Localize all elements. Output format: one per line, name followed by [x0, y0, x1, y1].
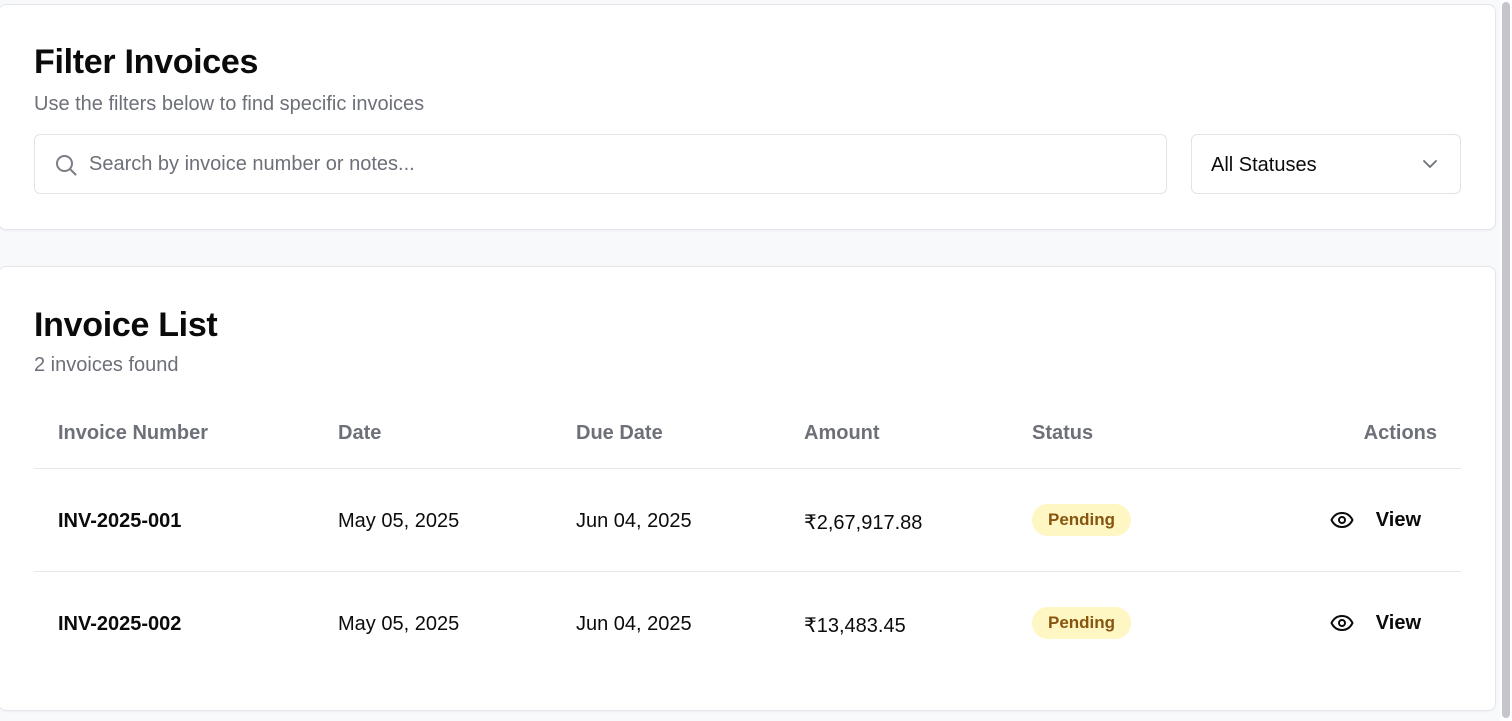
- view-label: View: [1375, 508, 1421, 531]
- filter-card: Filter Invoices Use the filters below to…: [0, 4, 1496, 230]
- column-header-date: Date: [338, 422, 382, 444]
- view-label: View: [1375, 611, 1421, 634]
- invoice-amount: ₹13,483.45: [804, 615, 906, 637]
- invoice-list-card: Invoice List 2 invoices found Invoice Nu…: [0, 266, 1496, 711]
- filter-subtitle: Use the filters below to find specific i…: [34, 93, 425, 115]
- invoice-due-date: Jun 04, 2025: [576, 613, 692, 635]
- invoice-table: Invoice Number Date Due Date Amount Stat…: [34, 394, 1461, 675]
- status-filter-value: All Statuses: [1211, 154, 1317, 176]
- invoice-due-date: Jun 04, 2025: [576, 510, 692, 532]
- status-badge: Pending: [1032, 504, 1132, 536]
- page-scrollbar[interactable]: [1500, 0, 1512, 721]
- column-header-actions: Actions: [1363, 422, 1437, 444]
- chevron-down-icon: [1423, 160, 1437, 168]
- search-box[interactable]: [34, 134, 1167, 194]
- view-invoice-button[interactable]: View: [1330, 603, 1421, 643]
- invoice-count: 2 invoices found: [34, 354, 179, 376]
- search-input[interactable]: [89, 135, 1149, 193]
- column-header-status: Status: [1032, 422, 1094, 444]
- invoice-amount: ₹2,67,917.88: [804, 512, 923, 534]
- column-header-amount: Amount: [804, 422, 880, 444]
- column-header-invoice-number: Invoice Number: [58, 422, 209, 444]
- search-icon: [56, 155, 77, 176]
- invoice-number: INV-2025-002: [58, 613, 182, 635]
- table-row: INV-2025-001 May 05, 2025 Jun 04, 2025 ₹…: [34, 469, 1461, 572]
- column-header-due-date: Due Date: [576, 422, 663, 444]
- eye-icon: [1330, 512, 1354, 528]
- invoice-list-title: Invoice List: [34, 306, 218, 344]
- scrollbar-thumb[interactable]: [1502, 2, 1510, 718]
- invoice-number: INV-2025-001: [58, 510, 182, 532]
- status-badge: Pending: [1032, 607, 1132, 639]
- table-header: Invoice Number Date Due Date Amount Stat…: [34, 394, 1461, 469]
- table-row: INV-2025-002 May 05, 2025 Jun 04, 2025 ₹…: [34, 572, 1461, 675]
- view-invoice-button[interactable]: View: [1330, 500, 1421, 540]
- status-filter-select[interactable]: All Statuses: [1191, 134, 1461, 194]
- invoice-date: May 05, 2025: [338, 613, 460, 635]
- filter-title: Filter Invoices: [34, 43, 259, 81]
- invoice-date: May 05, 2025: [338, 510, 460, 532]
- eye-icon: [1330, 615, 1354, 631]
